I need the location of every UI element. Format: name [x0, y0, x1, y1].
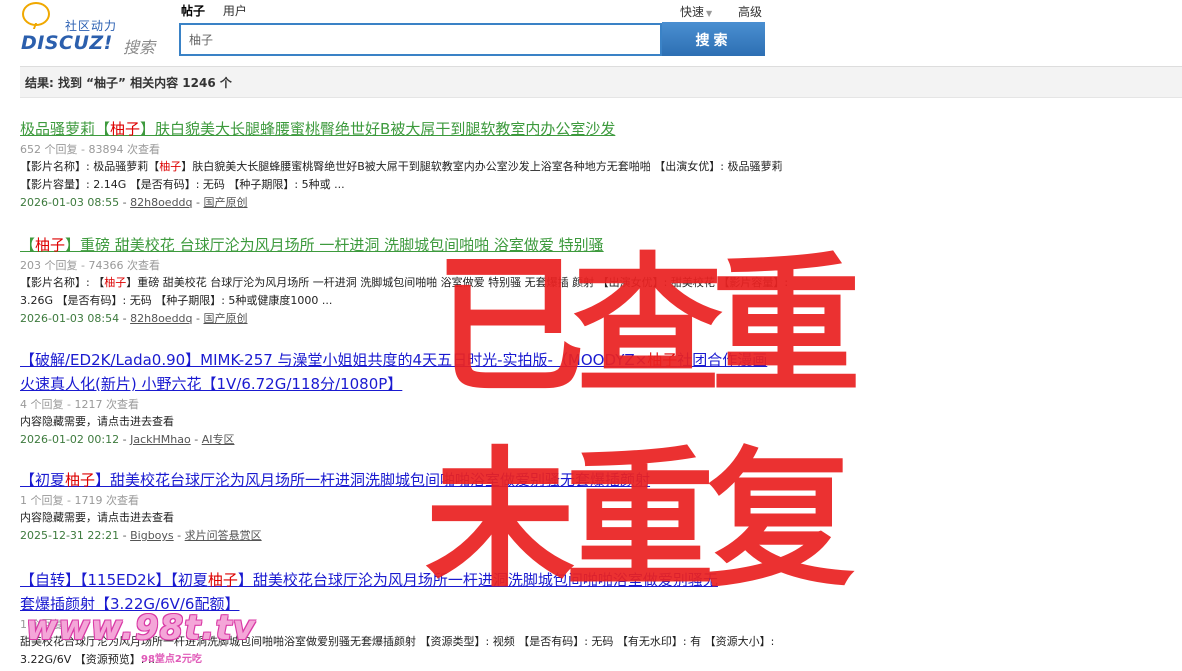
logo-search-label: 搜索 — [123, 38, 156, 57]
title-highlight: 柚子 — [110, 120, 141, 138]
post-date: 2026-01-03 08:54 — [20, 312, 120, 325]
not-duplicate-stamp: 未重复 — [425, 434, 855, 608]
title-text: 】肤白貌美大长腿蜂腰蜜桃臀绝世好B被大屌干到腿软教室内办公室沙发 — [140, 120, 616, 138]
title-highlight: 柚子 — [207, 571, 238, 589]
desc-text: 【影片名称】: 极品骚萝莉【 — [20, 160, 160, 173]
result-meta: 652 个回复 - 83894 次查看 — [20, 143, 160, 156]
title-text: 火速真人化(新片) 小野六花【1V/6.72G/118分/1080P】 — [20, 375, 403, 393]
forum-link[interactable]: 国产原创 — [204, 312, 248, 325]
desc-highlight: 柚子 — [159, 160, 182, 173]
result-footer: 2026-01-03 08:55 - 82h8oeddq - 国产原创 — [20, 196, 248, 209]
forum-link[interactable]: 求片问答悬赏区 — [185, 529, 262, 542]
search-type-tabs: 帖子 用户 — [181, 2, 261, 19]
quick-label: 快速 — [680, 5, 705, 19]
duplicate-check-stamp: 已查重 — [435, 240, 861, 414]
caret-down-icon: ▼ — [706, 9, 713, 18]
tab-posts[interactable]: 帖子 — [181, 2, 205, 19]
title-text: 【 — [20, 236, 36, 254]
desc-highlight: 柚子 — [104, 276, 127, 289]
result-summary: 结果: 找到 “柚子” 相关内容 1246 个 — [25, 76, 232, 90]
tab-users[interactable]: 用户 — [223, 2, 247, 19]
result-summary-bar: 结果: 找到 “柚子” 相关内容 1246 个 — [20, 66, 1182, 98]
desc-text: 【影片名称】: 【 — [20, 276, 105, 289]
author-link[interactable]: JackHMhao — [130, 433, 191, 446]
forum-link[interactable]: 国产原创 — [204, 196, 248, 209]
header: 社区动力 DISCUZ! 搜索 帖子 用户 快速▼ 高级 搜索 — [0, 0, 1182, 66]
title-text: 【自转】【115ED2k】【初夏 — [20, 571, 208, 589]
site-watermark: www.98t.tv — [26, 608, 256, 648]
title-highlight: 柚子 — [65, 471, 96, 489]
title-text: 极品骚萝莉【 — [20, 120, 111, 138]
result-title-link[interactable]: 极品骚萝莉【柚子】肤白貌美大长腿蜂腰蜜桃臀绝世好B被大屌干到腿软教室内办公室沙发 — [20, 117, 800, 141]
author-link[interactable]: 82h8oeddq — [130, 312, 192, 325]
search-button[interactable]: 搜索 — [662, 22, 765, 56]
post-date: 2025-12-31 22:21 — [20, 529, 120, 542]
quick-search-dropdown[interactable]: 快速 ▼ — [680, 3, 712, 20]
search-input[interactable] — [181, 25, 649, 54]
post-date: 2026-01-02 00:12 — [20, 433, 120, 446]
discuz-logo[interactable]: 社区动力 DISCUZ! 搜索 — [20, 2, 170, 58]
author-link[interactable]: Bigboys — [130, 529, 174, 542]
search-box — [179, 23, 662, 56]
forum-link[interactable]: AI专区 — [202, 433, 235, 446]
author-link[interactable]: 82h8oeddq — [130, 196, 192, 209]
result-description: 【影片名称】: 极品骚萝莉【柚子】肤白貌美大长腿蜂腰蜜桃臀绝世好B被大屌干到腿软… — [20, 158, 800, 194]
title-highlight: 柚子 — [35, 236, 66, 254]
result-description: 内容隐藏需要，请点击进去查看 — [20, 415, 174, 428]
advanced-search-link[interactable]: 高级 — [738, 3, 762, 20]
result-item: 极品骚萝莉【柚子】肤白貌美大长腿蜂腰蜜桃臀绝世好B被大屌干到腿软教室内办公室沙发… — [20, 117, 800, 211]
logo-wordmark: DISCUZ! — [21, 32, 113, 54]
speech-bubble-icon — [22, 2, 50, 26]
post-date: 2026-01-03 08:55 — [20, 196, 120, 209]
title-text: 【初夏 — [20, 471, 66, 489]
site-watermark-sub: 98堂点2元吃 — [141, 654, 202, 665]
